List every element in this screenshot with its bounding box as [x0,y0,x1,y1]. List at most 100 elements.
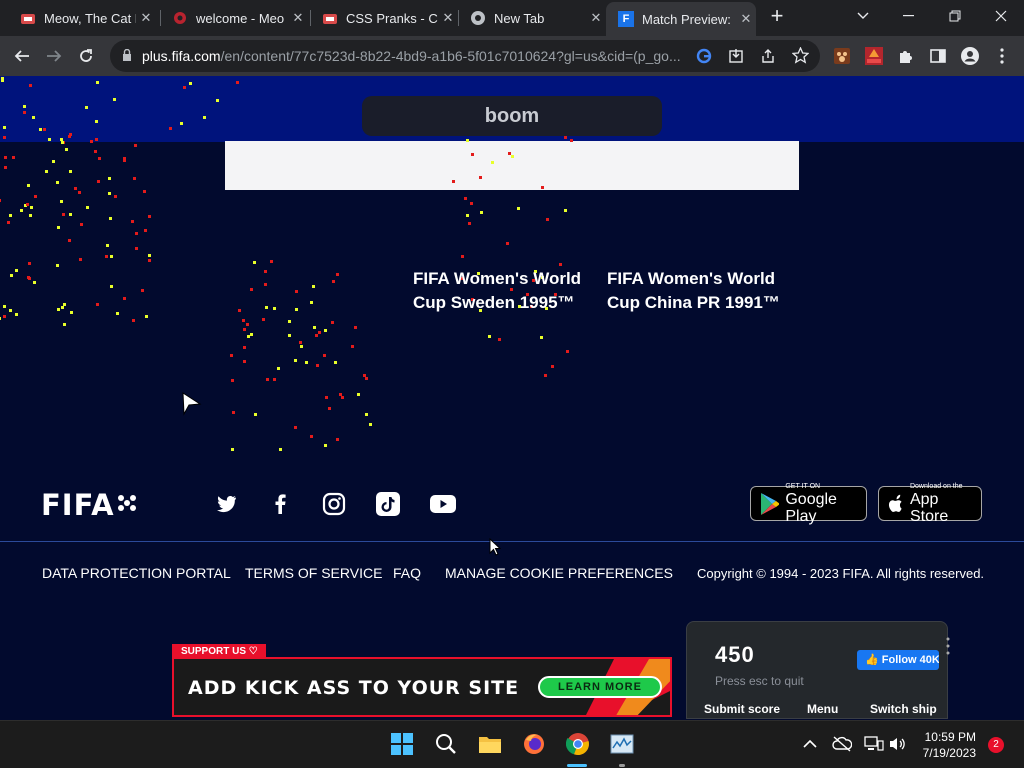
close-tab-icon[interactable]: ✕ [736,11,756,27]
cat-favicon-icon [322,10,338,26]
switch-ship-button[interactable]: Switch ship [870,702,937,716]
tiktok-icon[interactable] [376,492,400,516]
confetti-dot [309,435,313,439]
facebook-icon[interactable] [268,492,292,516]
confetti-dot [131,319,135,323]
new-tab-button[interactable]: + [766,5,788,28]
confetti-dot [487,334,491,338]
card-title-sweden-1995[interactable]: FIFA Women's World Cup Sweden 1995™ [413,267,593,315]
confetti-dot [356,392,360,396]
confetti-dot [60,140,64,144]
confetti-dot [26,183,30,187]
profile-icon[interactable] [958,44,982,68]
follow-label: Follow 40K [881,654,939,666]
share-icon[interactable] [760,48,776,69]
confetti-dot [517,206,521,210]
chrome-taskbar-icon[interactable] [565,731,591,757]
volume-icon[interactable] [885,731,911,757]
network-icon[interactable] [861,731,887,757]
file-explorer-icon[interactable] [477,731,503,757]
tab-new-tab[interactable]: New Tab ✕ [458,4,606,32]
tab-welcome[interactable]: welcome - Meo ✕ [160,4,308,32]
confetti-dot [325,395,329,399]
confetti-dot [511,154,515,158]
close-tab-icon[interactable]: ✕ [438,10,458,26]
support-us-tag[interactable]: SUPPORT US ♡ [172,644,266,658]
youtube-icon[interactable] [430,492,456,516]
confetti-dot [3,155,7,159]
kickass-game-panel: 450 Press esc to quit 👍 Follow 40K Submi… [686,621,951,719]
confetti-dot [479,210,483,214]
extensions-puzzle-icon[interactable] [894,44,918,68]
confetti-dot [32,116,36,120]
tab-meow[interactable]: Meow, The Cat P ✕ [8,4,156,32]
instagram-icon[interactable] [322,492,346,516]
search-icon[interactable] [433,731,459,757]
learn-more-button[interactable]: LEARN MORE [538,676,662,698]
thumbs-up-icon: 👍 [865,654,882,666]
cloud-offline-icon[interactable] [829,731,855,757]
footer-link-data-protection[interactable]: DATA PROTECTION PORTAL [42,565,231,581]
confetti-dot [86,205,90,209]
close-window-icon[interactable] [978,0,1024,32]
tab-css-pranks[interactable]: CSS Pranks - Ch ✕ [310,4,458,32]
forward-icon[interactable] [42,44,66,68]
confetti-dot [311,285,315,289]
confetti-dot [10,273,14,277]
confetti-dot [55,263,59,267]
tab-search-icon[interactable] [840,0,886,32]
reload-icon[interactable] [74,44,98,68]
chevron-up-icon[interactable] [797,731,823,757]
menu-kebab-icon[interactable] [990,44,1014,68]
task-manager-icon[interactable] [609,731,635,757]
confetti-dot [74,187,78,191]
install-app-icon[interactable] [728,48,744,69]
confetti-dot [264,269,268,273]
footer-link-faq[interactable]: FAQ [393,565,421,581]
confetti-dot [467,222,471,226]
confetti-dot [9,214,13,218]
close-tab-icon[interactable]: ✕ [586,10,606,26]
firefox-icon[interactable] [521,731,547,757]
cat-extension-icon[interactable] [830,44,854,68]
confetti-dot [350,344,354,348]
close-tab-icon[interactable]: ✕ [288,10,308,26]
minimize-icon[interactable] [886,0,932,32]
address-bar[interactable]: plus.fifa.com/en/content/77c7523d-8b22-4… [110,40,820,72]
footer-link-cookies[interactable]: MANAGE COOKIE PREFERENCES [445,565,673,581]
system-clock[interactable]: 10:59 PM 7/19/2023 [918,729,976,761]
submit-score-button[interactable]: Submit score [704,702,780,716]
app-store-badge[interactable]: Download on the App Store [878,483,982,525]
clock-date: 7/19/2023 [922,746,976,760]
confetti-dot [143,229,147,232]
kickass-ad-banner[interactable]: ADD KICK ASS TO YOUR SITE LEARN MORE [172,657,672,717]
menu-button[interactable]: Menu [807,702,838,716]
confetti-dot [497,337,501,341]
facebook-follow-button[interactable]: 👍 Follow 40K [857,650,939,670]
start-windows-icon[interactable] [389,731,415,757]
panel-grip-icon[interactable] [945,634,951,664]
fifa-logo[interactable]: FIFA [41,488,115,522]
confetti-dot [304,361,308,365]
notification-badge[interactable]: 2 [988,737,1004,753]
confetti-dot [541,186,545,190]
confetti-dot [273,378,277,382]
restore-icon[interactable] [932,0,978,32]
twitter-icon[interactable] [214,492,238,516]
tab-title: New Tab [494,10,545,26]
card-title-china-1991[interactable]: FIFA Women's World Cup China PR 1991™ [607,267,787,315]
tab-match-preview[interactable]: F Match Preview: ✕ [606,2,756,36]
back-icon[interactable] [10,44,34,68]
bookmark-star-icon[interactable] [791,46,810,69]
confetti-dot [38,128,42,132]
confetti-dot [180,122,184,125]
confetti-dot [242,345,246,349]
side-panel-icon[interactable] [926,44,950,68]
close-tab-icon[interactable]: ✕ [136,10,156,26]
google-play-badge[interactable]: GET IT ON Google Play [750,483,867,525]
url-text: plus.fifa.com/en/content/77c7523d-8b22-4… [142,48,682,64]
footer-link-terms[interactable]: TERMS OF SERVICE [245,565,382,581]
confetti-dot [273,306,277,310]
google-lens-icon[interactable] [696,48,712,69]
fire-extension-icon[interactable] [862,44,886,68]
